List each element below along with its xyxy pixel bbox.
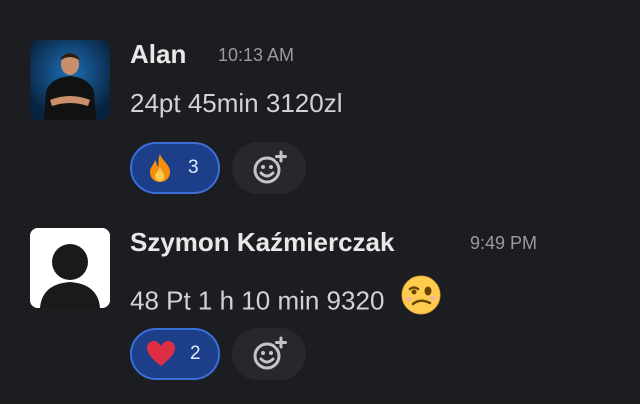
fire-icon (150, 154, 171, 182)
reaction-heart[interactable]: 2 (130, 328, 220, 380)
message-text-content: 48 Pt 1 h 10 min 9320 (130, 285, 385, 316)
timestamp[interactable]: 9:49 PM (470, 233, 537, 254)
message-szymon: Szymon Kaźmierczak 9:49 PM 48 Pt 1 h 10 … (0, 200, 640, 404)
user-photo-icon (30, 40, 110, 120)
reaction-count: 2 (190, 343, 201, 364)
add-emoji-icon (253, 150, 287, 184)
message-text: 48 Pt 1 h 10 min 9320 (130, 275, 442, 327)
message-text: 24pt 45min 3120zl (130, 88, 343, 118)
add-reaction-button[interactable] (232, 142, 306, 194)
message-alan: Alan 10:13 AM 24pt 45min 3120zl 3 (0, 0, 640, 200)
timestamp[interactable]: 10:13 AM (218, 45, 294, 66)
woozy-face-icon (400, 274, 442, 323)
avatar[interactable] (30, 40, 110, 120)
author-name[interactable]: Alan (130, 39, 186, 70)
avatar[interactable] (30, 228, 110, 308)
default-user-icon (30, 228, 110, 308)
reaction-count: 3 (188, 157, 199, 178)
reaction-fire[interactable]: 3 (130, 142, 220, 194)
author-name[interactable]: Szymon Kaźmierczak (130, 227, 394, 258)
red-heart-icon (147, 341, 175, 366)
add-emoji-icon (253, 336, 287, 370)
add-reaction-button[interactable] (232, 328, 306, 380)
